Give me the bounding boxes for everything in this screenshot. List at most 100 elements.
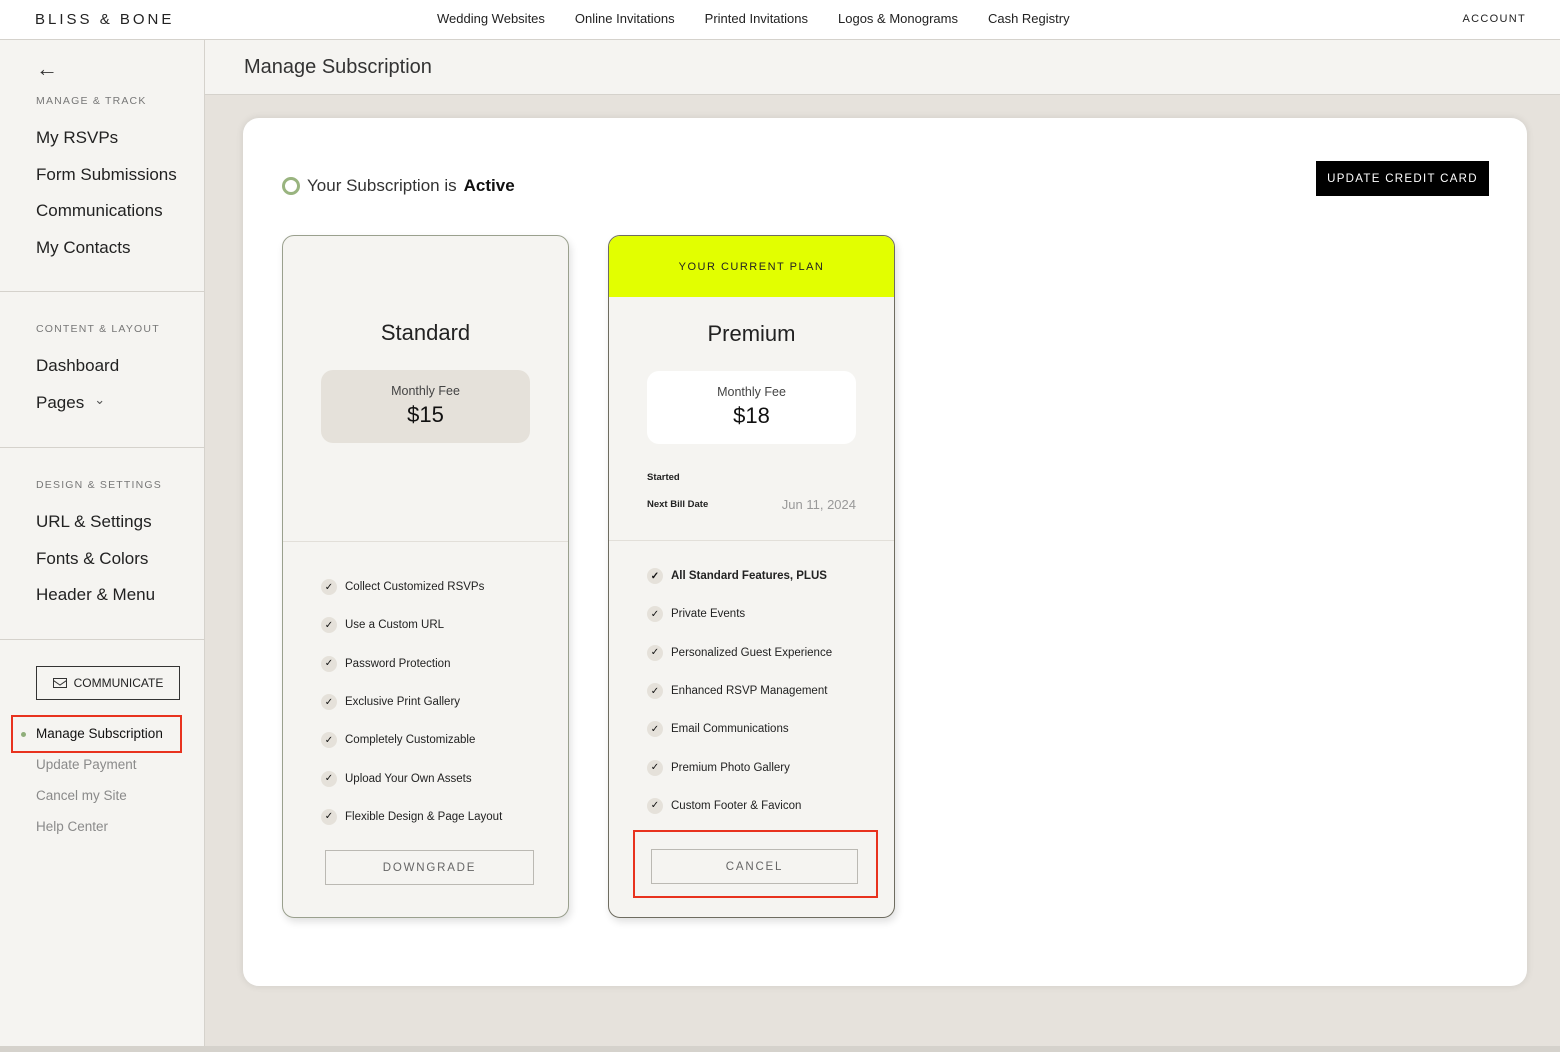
checkmark-icon: ✓ (647, 797, 663, 814)
feature-text: Completely Customizable (345, 734, 476, 747)
fee-value: $18 (733, 403, 770, 428)
plan-name: Premium (707, 321, 796, 346)
next-bill-row: Next Bill Date Jun 11, 2024 (647, 497, 856, 512)
feature-text: Email Communications (671, 723, 789, 736)
nav-logos-monograms[interactable]: Logos & Monograms (838, 11, 958, 26)
nav-wedding-websites[interactable]: Wedding Websites (437, 11, 545, 26)
next-bill-date: Jun 11, 2024 (781, 497, 856, 512)
section-label-design-settings: DESIGN & SETTINGS (36, 479, 162, 491)
checkmark-icon: ✓ (321, 732, 337, 749)
current-plan-banner: YOUR CURRENT PLAN (609, 236, 894, 297)
communicate-button[interactable]: COMMUNICATE (36, 666, 180, 700)
feature-list: ✓ All Standard Features, PLUS ✓ Private Ev… (647, 557, 832, 825)
sidebar-divider (0, 291, 204, 292)
subscription-status: Your Subscription is Active (282, 176, 515, 196)
feature-item: ✓ Completely Customizable (321, 721, 502, 759)
sidebar-item-my-contacts[interactable]: My Contacts (36, 238, 130, 258)
sidebar-item-header-menu[interactable]: Header & Menu (36, 585, 155, 605)
feature-item: ✓ Password Protection (321, 645, 502, 683)
checkmark-icon: ✓ (647, 644, 663, 661)
feature-item: ✓ Private Events (647, 595, 832, 633)
page-title: Manage Subscription (244, 56, 432, 78)
feature-text: Use a Custom URL (345, 619, 445, 632)
feature-text: Exclusive Print Gallery (345, 696, 461, 709)
feature-item: ✓ Collect Customized RSVPs (321, 568, 502, 606)
feature-list: ✓ Collect Customized RSVPs ✓ Use a Custom … (321, 568, 502, 836)
sidebar-link-cancel-site[interactable]: Cancel my Site (36, 788, 127, 803)
nav-online-invitations[interactable]: Online Invitations (575, 11, 675, 26)
section-label-manage-track: MANAGE & TRACK (36, 95, 147, 107)
feature-item: ✓ Custom Footer & Favicon (647, 787, 832, 825)
checkmark-icon: ✓ (647, 606, 663, 623)
checkmark-icon: ✓ (321, 808, 337, 825)
checkmark-icon: ✓ (321, 655, 337, 672)
sidebar: ← MANAGE & TRACK My RSVPs Form Submissio… (0, 40, 205, 1052)
sidebar-item-form-submissions[interactable]: Form Submissions (36, 165, 177, 185)
top-nav-links: Wedding Websites Online Invitations Prin… (437, 11, 1070, 26)
feature-text: Private Events (671, 608, 746, 621)
highlight-annotation-cancel (633, 830, 878, 898)
fee-label: Monthly Fee (717, 385, 786, 399)
feature-text: Personalized Guest Experience (671, 646, 833, 659)
monthly-fee-box: Monthly Fee $18 (647, 371, 856, 444)
checkmark-icon: ✓ (321, 579, 337, 596)
communicate-label: COMMUNICATE (73, 676, 164, 690)
feature-item: ✓ Exclusive Print Gallery (321, 683, 502, 721)
feature-text: Custom Footer & Favicon (671, 799, 802, 812)
feature-item: ✓ Enhanced RSVP Management (647, 672, 832, 710)
checkmark-icon: ✓ (321, 694, 337, 711)
feature-item: ✓ Flexible Design & Page Layout (321, 798, 502, 836)
update-credit-card-button[interactable]: UPDATE CREDIT CARD (1316, 161, 1489, 196)
feature-text: Premium Photo Gallery (671, 761, 790, 774)
sidebar-item-dashboard[interactable]: Dashboard (36, 356, 119, 376)
started-row: Started (647, 472, 856, 483)
sidebar-item-my-rsvps[interactable]: My RSVPs (36, 128, 118, 148)
sidebar-item-fonts-colors[interactable]: Fonts & Colors (36, 549, 148, 569)
sidebar-item-pages[interactable]: Pages ⌄ (36, 392, 106, 413)
highlight-annotation-manage-subscription (11, 715, 182, 753)
sidebar-link-help-center[interactable]: Help Center (36, 819, 108, 834)
account-link[interactable]: ACCOUNT (1463, 13, 1527, 25)
plan-divider (609, 540, 894, 541)
nav-cash-registry[interactable]: Cash Registry (988, 11, 1070, 26)
feature-text: Collect Customized RSVPs (345, 581, 485, 594)
section-label-content-layout: CONTENT & LAYOUT (36, 323, 160, 335)
feature-text: Upload Your Own Assets (345, 772, 472, 785)
sidebar-item-url-settings[interactable]: URL & Settings (36, 512, 152, 532)
brand-logo[interactable]: BLISS & BONE (35, 11, 174, 28)
checkmark-icon: ✓ (647, 759, 663, 776)
bottom-scroll-strip (0, 1046, 1560, 1052)
checkmark-icon: ✓ (321, 770, 337, 787)
feature-item: ✓ Personalized Guest Experience (647, 634, 832, 672)
next-bill-label: Next Bill Date (647, 499, 709, 510)
top-navigation-bar: BLISS & BONE Wedding Websites Online Inv… (0, 0, 1560, 40)
sidebar-item-communications[interactable]: Communications (36, 201, 163, 221)
back-arrow-icon[interactable]: ← (36, 58, 58, 80)
nav-printed-invitations[interactable]: Printed Invitations (705, 11, 808, 26)
chevron-down-icon: ⌄ (94, 392, 106, 407)
feature-item: ✓ Upload Your Own Assets (321, 759, 502, 797)
feature-item: ✓ All Standard Features, PLUS (647, 557, 832, 595)
feature-text: All Standard Features, PLUS (671, 570, 827, 583)
page-header: Manage Subscription (205, 40, 1560, 95)
feature-text: Enhanced RSVP Management (671, 685, 828, 698)
plan-card-standard: Standard Monthly Fee $15 ✓ Collect Custom… (282, 235, 569, 918)
sidebar-divider (0, 447, 204, 448)
plan-divider (283, 541, 568, 542)
status-value: Active (463, 176, 515, 195)
feature-text: Password Protection (345, 657, 451, 670)
fee-label: Monthly Fee (391, 384, 460, 398)
started-label: Started (647, 472, 680, 483)
subscription-panel: Your Subscription is Active UPDATE CREDI… (243, 118, 1527, 986)
status-ring-icon (282, 177, 300, 195)
sidebar-item-pages-label: Pages (36, 393, 85, 412)
downgrade-button[interactable]: DOWNGRADE (325, 850, 534, 885)
checkmark-icon: ✓ (321, 617, 337, 634)
feature-item: ✓ Email Communications (647, 710, 832, 748)
fee-value: $15 (407, 402, 444, 427)
checkmark-icon: ✓ (647, 683, 663, 700)
sidebar-link-update-payment[interactable]: Update Payment (36, 757, 137, 772)
monthly-fee-box: Monthly Fee $15 (321, 370, 530, 443)
envelope-icon (52, 678, 67, 688)
feature-text: Flexible Design & Page Layout (345, 810, 503, 823)
